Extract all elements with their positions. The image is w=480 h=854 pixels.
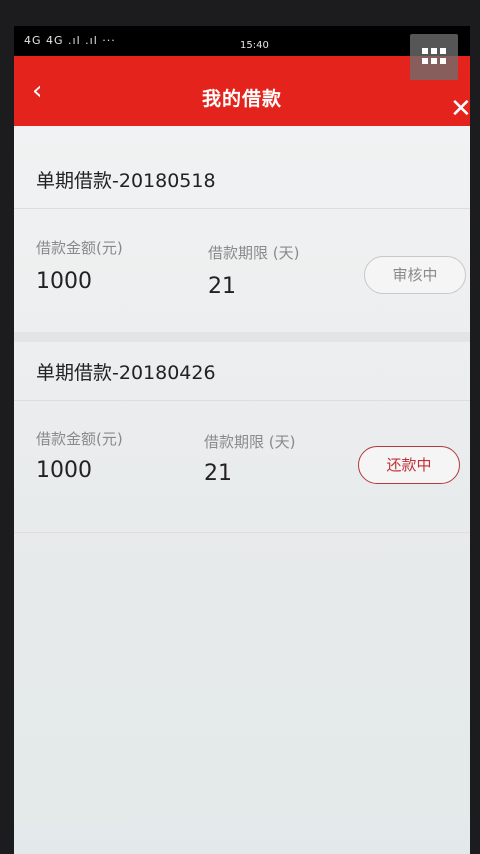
section-gap bbox=[14, 332, 470, 342]
grid-menu-button[interactable] bbox=[410, 34, 458, 80]
list-bottom-divider bbox=[14, 532, 470, 533]
status-button-repaying[interactable]: 还款中 bbox=[358, 446, 460, 484]
phone-screen: 4G 4G .ıl .ıl ··· 15:40 ‹ 我的借款 ✕ 单期借款-20… bbox=[14, 26, 470, 854]
status-bar: 4G 4G .ıl .ıl ··· 15:40 bbox=[14, 26, 470, 56]
status-button-reviewing[interactable]: 审核中 bbox=[364, 256, 466, 294]
status-time: 15:40 bbox=[240, 40, 269, 51]
card-divider bbox=[14, 400, 470, 401]
amount-label: 借款金额(元) bbox=[36, 239, 123, 257]
page-title: 我的借款 bbox=[201, 88, 282, 110]
term-value: 21 bbox=[204, 461, 232, 486]
amount-value: 1000 bbox=[36, 269, 92, 294]
amount-value: 1000 bbox=[36, 458, 92, 483]
term-label: 借款期限 (天) bbox=[204, 433, 296, 451]
card-divider bbox=[14, 208, 470, 209]
term-label: 借款期限 (天) bbox=[208, 244, 300, 262]
loan-title: 单期借款-20180518 bbox=[36, 170, 216, 192]
network-signal-indicator: 4G 4G .ıl .ıl ··· bbox=[24, 34, 116, 47]
close-button[interactable]: ✕ bbox=[450, 94, 470, 124]
loan-title: 单期借款-20180426 bbox=[36, 362, 216, 384]
amount-label: 借款金额(元) bbox=[36, 430, 123, 448]
loan-list: 单期借款-20180518 借款金额(元) 1000 借款期限 (天) 21 审… bbox=[14, 126, 470, 854]
term-value: 21 bbox=[208, 274, 236, 299]
